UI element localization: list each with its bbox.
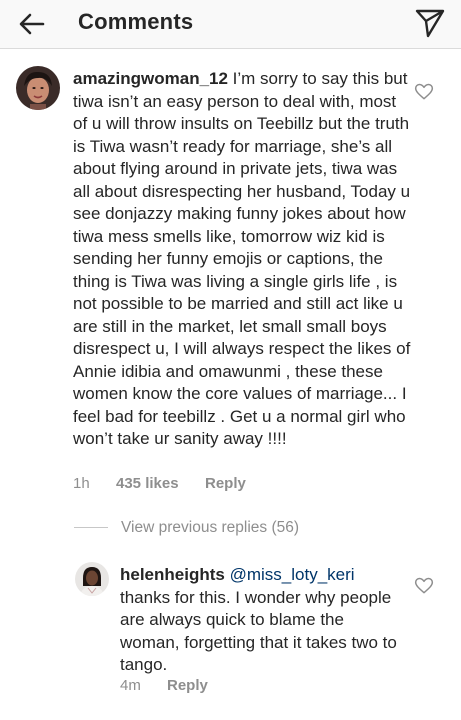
reply-body: helenheights @miss_loty_kerithanks for t… <box>120 564 405 677</box>
avatar[interactable] <box>75 562 109 596</box>
view-previous-replies-button[interactable]: View previous replies (56) <box>121 517 299 539</box>
heart-icon[interactable] <box>414 576 434 596</box>
avatar[interactable] <box>16 66 60 110</box>
reply-timestamp: 4m <box>120 677 141 694</box>
heart-icon[interactable] <box>414 82 434 102</box>
comment-text: I’m sorry to say this but tiwa isn’t an … <box>73 69 411 448</box>
comment-timestamp: 1h <box>73 475 90 492</box>
reply-button[interactable]: Reply <box>205 474 246 494</box>
reply-mention[interactable]: @miss_loty_keri <box>230 565 355 584</box>
page-title: Comments <box>78 9 194 34</box>
profile-photo <box>16 66 60 110</box>
profile-photo <box>75 562 109 596</box>
reply-text: thanks for this. I wonder why people are… <box>120 587 397 675</box>
comment-likes[interactable]: 435 likes <box>116 474 179 494</box>
reply-username[interactable]: helenheights <box>120 565 225 584</box>
comments-header: Comments <box>0 0 461 49</box>
paper-plane-icon[interactable] <box>414 7 446 39</box>
reply-button[interactable]: Reply <box>167 676 208 696</box>
arrow-left-icon[interactable] <box>16 8 48 40</box>
comment-body: amazingwoman_12 I’m sorry to say this bu… <box>73 68 413 451</box>
replies-divider <box>74 527 108 528</box>
comment-username[interactable]: amazingwoman_12 <box>73 69 228 88</box>
